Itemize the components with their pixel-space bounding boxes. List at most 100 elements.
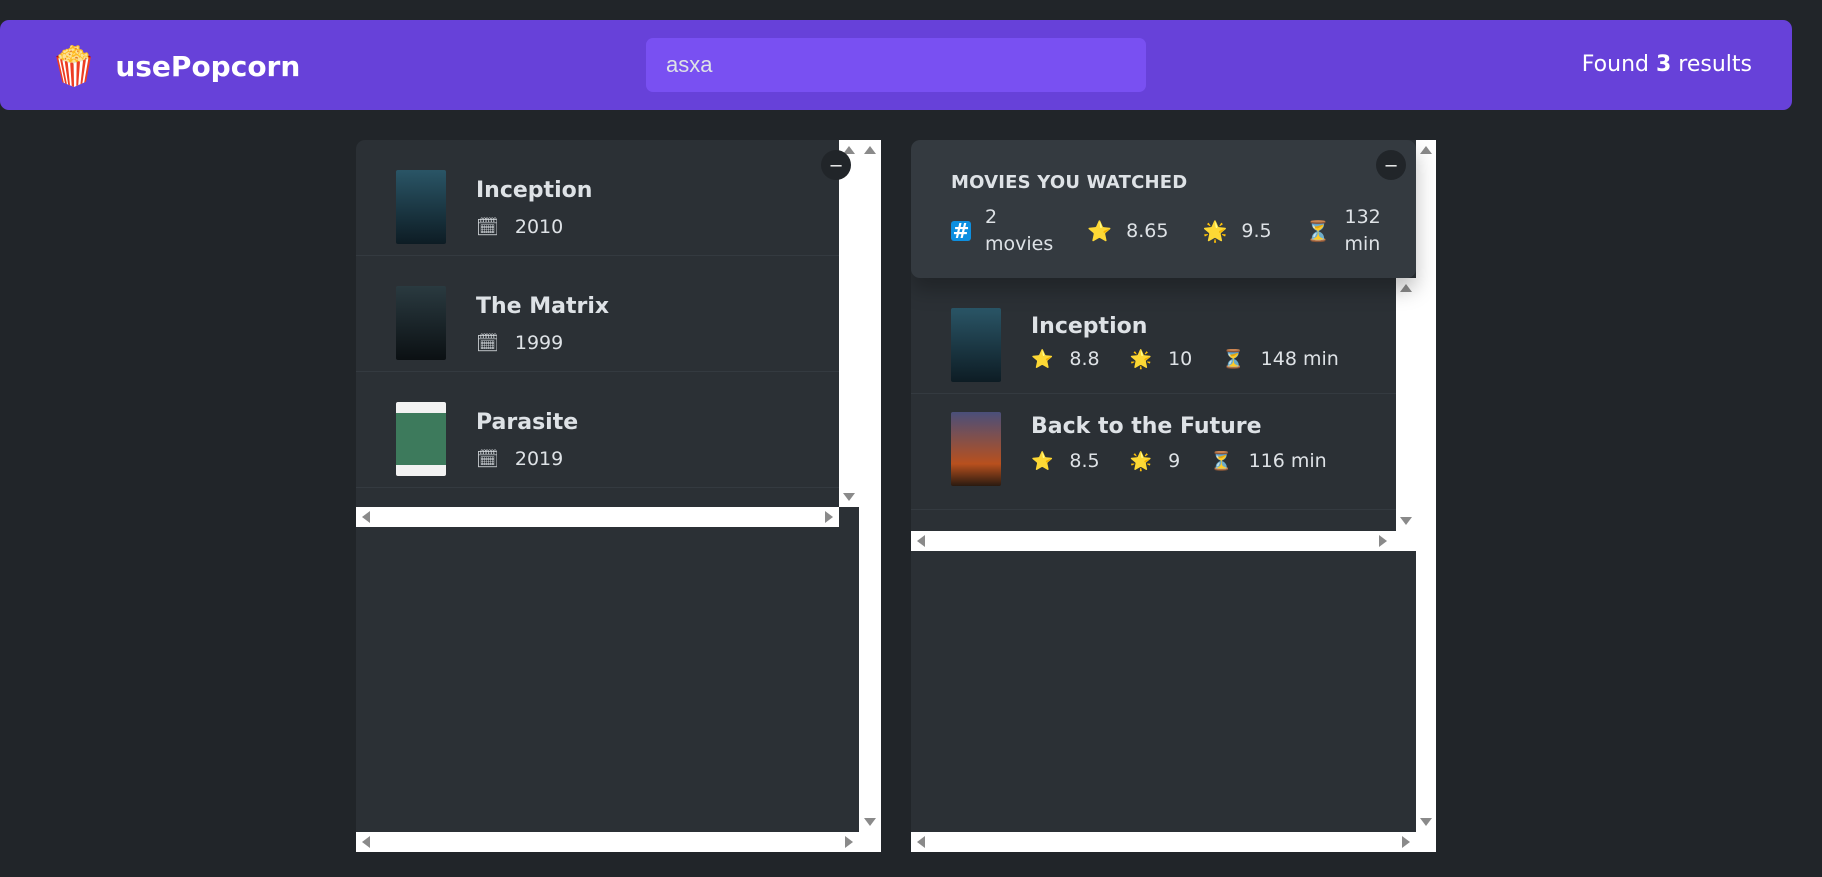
star-icon: ⭐: [1031, 450, 1054, 472]
watched-box[interactable]: MOVIES YOU WATCHED # 2 movies ⭐ 8.65 🌟 9.…: [911, 140, 1436, 852]
collapse-results-button[interactable]: –: [821, 150, 851, 180]
year-value: 1999: [514, 332, 564, 354]
summary-user-rating: 🌟 9.5: [1202, 219, 1271, 243]
summary-stats: # 2 movies ⭐ 8.65 🌟 9.5 ⏳ 132 min: [951, 204, 1415, 258]
list-vertical-scrollbar[interactable]: [839, 140, 859, 507]
runtime: ⏳ 148 min: [1222, 348, 1339, 370]
hash-icon: #: [951, 219, 971, 243]
scroll-left-icon[interactable]: [917, 836, 925, 848]
scroll-right-icon[interactable]: [825, 511, 833, 523]
scroll-down-icon[interactable]: [864, 818, 876, 826]
user-value: 10: [1168, 348, 1193, 370]
count-number: 2: [985, 206, 998, 228]
calendar-icon: 🗓: [476, 216, 499, 238]
results-count: Found 3 results: [1582, 52, 1752, 77]
count-value: 2 movies: [985, 204, 1053, 258]
star-icon: ⭐: [1031, 348, 1054, 370]
scroll-right-icon[interactable]: [1379, 535, 1387, 547]
search-results-box[interactable]: – Inception 🗓 2010 The Matrix 🗓 1999 Par…: [356, 140, 881, 852]
sun-icon: 🌟: [1129, 450, 1153, 472]
summary-imdb-rating: ⭐ 8.65: [1087, 219, 1168, 243]
list-horizontal-scrollbar[interactable]: [911, 531, 1416, 551]
movie-list: Inception 🗓 2010 The Matrix 🗓 1999 Paras…: [356, 140, 839, 488]
box-vertical-scrollbar[interactable]: [859, 140, 881, 852]
runtime-unit: min: [1344, 233, 1381, 255]
calendar-icon: 🗓: [476, 332, 499, 354]
hourglass-icon: ⏳: [1222, 348, 1245, 370]
scroll-right-icon[interactable]: [845, 836, 853, 848]
calendar-icon: 🗓: [476, 448, 499, 470]
results-number: 3: [1655, 52, 1672, 77]
star-icon: ⭐: [1087, 219, 1113, 243]
box-horizontal-scrollbar[interactable]: [911, 832, 1416, 852]
list-item[interactable]: Inception ⭐ 8.8 🌟 10 ⏳ 148 min: [911, 278, 1396, 394]
poster: [951, 412, 1001, 486]
logo: 🍿 usePopcorn: [50, 47, 300, 85]
user-average: 9.5: [1241, 220, 1272, 242]
runtime-value: 116 min: [1248, 450, 1327, 472]
imdb-value: 8.5: [1069, 450, 1100, 472]
movie-year: 🗓 2019: [476, 448, 563, 470]
runtime: ⏳ 116 min: [1210, 450, 1327, 472]
list-item[interactable]: The Matrix 🗓 1999: [356, 256, 839, 372]
movie-year: 🗓 1999: [476, 332, 563, 354]
scroll-down-icon[interactable]: [1400, 517, 1412, 525]
movie-title: Parasite: [476, 410, 579, 435]
movie-stats: ⭐ 8.5 🌟 9 ⏳ 116 min: [1031, 450, 1357, 472]
results-suffix: results: [1671, 52, 1752, 77]
watched-list: Inception ⭐ 8.8 🌟 10 ⏳ 148 min Back to the …: [911, 278, 1396, 510]
list-horizontal-scrollbar[interactable]: [356, 507, 839, 527]
movie-title: Back to the Future: [1031, 414, 1262, 439]
movie-title: Inception: [476, 178, 593, 203]
logo-text: usePopcorn: [115, 49, 301, 83]
movie-stats: ⭐ 8.8 🌟 10 ⏳ 148 min: [1031, 348, 1369, 370]
poster: [951, 308, 1001, 382]
scroll-up-icon[interactable]: [1400, 284, 1412, 292]
movie-title: The Matrix: [476, 294, 610, 319]
runtime-value: 132 min: [1345, 204, 1381, 258]
box-vertical-scrollbar[interactable]: [1416, 140, 1436, 852]
imdb-average: 8.65: [1126, 220, 1169, 242]
summary-heading: MOVIES YOU WATCHED: [951, 172, 1188, 193]
runtime-number: 132: [1344, 206, 1381, 228]
movie-year: 🗓 2010: [476, 216, 563, 238]
movie-title: Inception: [1031, 314, 1148, 339]
scroll-left-icon[interactable]: [362, 836, 370, 848]
user-rating: 🌟 9: [1130, 450, 1181, 472]
scroll-up-icon[interactable]: [1420, 146, 1432, 154]
collapse-watched-button[interactable]: –: [1376, 150, 1406, 180]
summary-runtime: ⏳ 132 min: [1306, 204, 1381, 258]
watched-summary: MOVIES YOU WATCHED # 2 movies ⭐ 8.65 🌟 9.…: [911, 140, 1416, 278]
imdb-rating: ⭐ 8.5: [1031, 450, 1100, 472]
hourglass-icon: ⏳: [1210, 450, 1233, 472]
popcorn-icon: 🍿: [50, 44, 98, 88]
sun-icon: 🌟: [1202, 219, 1228, 243]
imdb-value: 8.8: [1069, 348, 1100, 370]
box-horizontal-scrollbar[interactable]: [356, 832, 859, 852]
scroll-left-icon[interactable]: [917, 535, 925, 547]
navbar: 🍿 usePopcorn Found 3 results: [0, 20, 1792, 110]
scroll-down-icon[interactable]: [843, 493, 855, 501]
scroll-up-icon[interactable]: [864, 146, 876, 154]
sun-icon: 🌟: [1129, 348, 1153, 370]
poster: [396, 402, 446, 476]
scroll-down-icon[interactable]: [1420, 818, 1432, 826]
year-value: 2019: [514, 448, 564, 470]
hourglass-icon: ⏳: [1305, 219, 1331, 243]
poster: [396, 286, 446, 360]
year-value: 2010: [514, 216, 564, 238]
runtime-value: 148 min: [1260, 348, 1339, 370]
list-vertical-scrollbar[interactable]: [1396, 278, 1416, 531]
imdb-rating: ⭐ 8.8: [1031, 348, 1100, 370]
list-item[interactable]: Inception 🗓 2010: [356, 140, 839, 256]
user-value: 9: [1168, 450, 1181, 472]
user-rating: 🌟 10: [1130, 348, 1193, 370]
list-item[interactable]: Back to the Future ⭐ 8.5 🌟 9 ⏳ 116 min: [911, 394, 1396, 510]
summary-count: # 2 movies: [951, 204, 1053, 258]
poster: [396, 170, 446, 244]
search-input[interactable]: [646, 38, 1146, 92]
scroll-left-icon[interactable]: [362, 511, 370, 523]
list-item[interactable]: Parasite 🗓 2019: [356, 372, 839, 488]
count-unit: movies: [985, 233, 1054, 255]
scroll-right-icon[interactable]: [1402, 836, 1410, 848]
